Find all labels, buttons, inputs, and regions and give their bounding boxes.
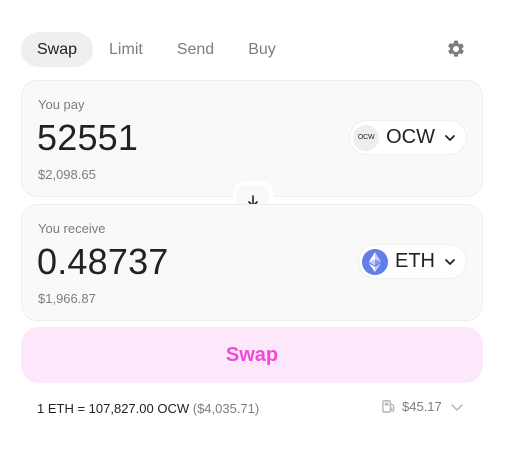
tab-limit[interactable]: Limit bbox=[93, 32, 159, 67]
receive-token-selector[interactable]: ETH bbox=[359, 245, 466, 278]
tab-send[interactable]: Send bbox=[161, 32, 230, 67]
receive-token-symbol: ETH bbox=[395, 250, 435, 272]
pay-panel: You pay 52551 $2,098.65 OCW OCW bbox=[21, 80, 483, 197]
rate-usd-value: ($4,035.71) bbox=[192, 401, 260, 416]
receive-usd-value: $1,966.87 bbox=[38, 291, 96, 306]
gear-icon[interactable] bbox=[446, 39, 466, 59]
receive-label: You receive bbox=[38, 221, 106, 236]
gas-fee-value: $45.17 bbox=[402, 399, 442, 414]
ocw-token-icon: OCW bbox=[353, 124, 380, 151]
gas-pump-icon bbox=[382, 400, 395, 413]
pay-usd-value: $2,098.65 bbox=[38, 167, 96, 182]
chevron-down-icon bbox=[445, 258, 455, 265]
swap-button[interactable]: Swap bbox=[21, 327, 483, 383]
pay-token-selector[interactable]: OCW OCW bbox=[350, 121, 466, 154]
exchange-rate[interactable]: 1 ETH = 107,827.00 OCW ($4,035.71) bbox=[37, 401, 259, 416]
tab-swap[interactable]: Swap bbox=[21, 32, 94, 67]
gas-fee-toggle[interactable]: $45.17 bbox=[381, 399, 470, 414]
tab-buy[interactable]: Buy bbox=[232, 32, 292, 67]
chevron-down-icon bbox=[451, 403, 463, 411]
chevron-down-icon bbox=[445, 134, 455, 141]
rate-text: 1 ETH = 107,827.00 OCW bbox=[37, 401, 190, 416]
pay-token-symbol: OCW bbox=[386, 126, 435, 148]
receive-amount-input[interactable]: 0.48737 bbox=[37, 241, 169, 283]
pay-amount-input[interactable]: 52551 bbox=[37, 117, 138, 159]
swap-tabs: Swap Limit Send Buy bbox=[21, 32, 292, 67]
ethereum-icon bbox=[362, 248, 388, 275]
pay-label: You pay bbox=[38, 97, 85, 112]
receive-panel: You receive 0.48737 $1,966.87 ETH bbox=[21, 204, 483, 321]
